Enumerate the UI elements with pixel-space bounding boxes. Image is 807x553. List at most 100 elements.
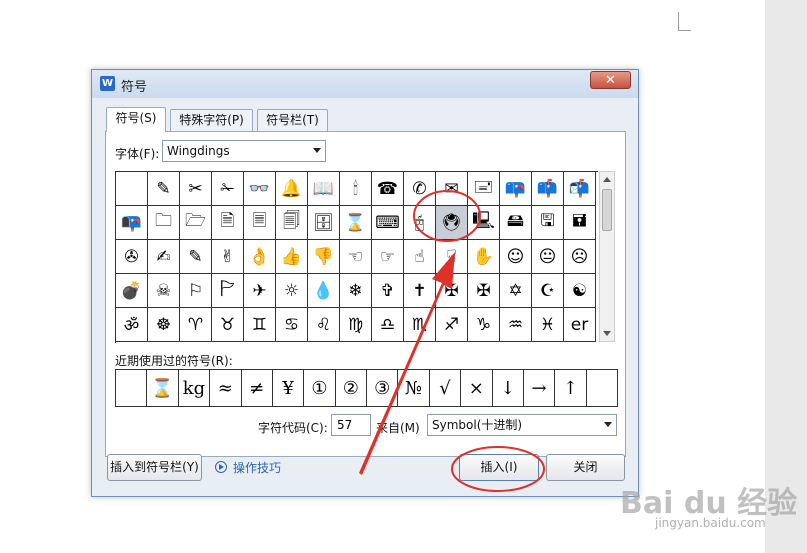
symbol-cell[interactable]: ♊	[244, 308, 276, 342]
insert-to-symbol-bar-button[interactable]: 插入到符号栏(Y)	[107, 454, 202, 481]
symbol-cell[interactable]: ♋	[276, 308, 308, 342]
symbol-cell[interactable]: 🗄	[308, 206, 340, 240]
recent-symbol-cell[interactable]: ↑	[555, 370, 587, 407]
recent-symbol-cell[interactable]: ⌛	[147, 370, 179, 407]
symbol-cell[interactable]: ✁	[212, 172, 244, 206]
symbol-cell[interactable]: 🖴	[500, 206, 532, 240]
symbol-cell[interactable]: 🗎	[212, 206, 244, 240]
font-select[interactable]: Wingdings	[162, 140, 326, 162]
symbol-cell[interactable]: ⌛	[340, 206, 372, 240]
symbol-cell[interactable]: ♎	[372, 308, 404, 342]
symbol-cell[interactable]: 📫	[532, 172, 564, 206]
symbol-cell[interactable]: 🗁	[180, 206, 212, 240]
symbol-cell[interactable]: ♏	[404, 308, 436, 342]
recent-symbol-cell[interactable]: →	[523, 370, 556, 407]
symbol-cell[interactable]	[116, 172, 148, 206]
symbol-cell[interactable]: ♓	[532, 308, 564, 342]
encoding-select[interactable]: Symbol(十进制)	[427, 414, 617, 436]
symbol-cell[interactable]: ✂	[180, 172, 212, 206]
symbol-cell[interactable]: ⚐	[180, 274, 212, 308]
tab-special-characters[interactable]: 特殊字符(P)	[170, 109, 253, 131]
symbol-cell[interactable]: 🖲	[436, 206, 468, 240]
tab-symbols[interactable]: 符号(S)	[106, 107, 166, 132]
close-icon[interactable]: ✕	[590, 71, 631, 89]
recent-symbol-cell[interactable]: ③	[367, 370, 399, 407]
scroll-up-icon[interactable]	[603, 177, 611, 182]
symbol-cell[interactable]: 💣	[116, 274, 148, 308]
symbol-cell[interactable]: 😐	[532, 240, 564, 274]
symbol-cell[interactable]: 🗏	[244, 206, 276, 240]
symbol-cell[interactable]: 🖃	[468, 172, 500, 206]
symbol-cell[interactable]: ☪	[532, 274, 564, 308]
char-code-input[interactable]: 57	[331, 414, 371, 436]
symbol-cell[interactable]: 🏱	[212, 274, 244, 308]
symbol-cell[interactable]: 🖳	[468, 206, 500, 240]
recent-symbol-cell[interactable]	[116, 370, 148, 407]
symbol-cell[interactable]: ✌	[212, 240, 244, 274]
symbol-cell[interactable]: ♑	[468, 308, 500, 342]
recent-symbol-cell[interactable]: ≈	[210, 370, 242, 407]
close-button[interactable]: 关闭	[546, 454, 625, 481]
symbol-cell[interactable]: ☞	[372, 240, 404, 274]
symbol-cell[interactable]: ✎	[148, 172, 180, 206]
symbol-cell[interactable]: 🕯	[340, 172, 372, 206]
recent-symbol-cell[interactable]: √	[429, 370, 462, 407]
symbol-cell[interactable]: ❄	[340, 274, 372, 308]
symbol-cell[interactable]: ♍	[340, 308, 372, 342]
symbol-cell[interactable]: ☯	[564, 274, 596, 308]
symbol-cell[interactable]: ✉	[436, 172, 468, 206]
symbol-cell[interactable]: 👎	[308, 240, 340, 274]
symbol-cell[interactable]: ♐	[436, 308, 468, 342]
symbol-cell[interactable]: ✠	[468, 274, 500, 308]
symbol-cell[interactable]: ♉	[212, 308, 244, 342]
recent-symbol-cell[interactable]: ×	[461, 370, 493, 407]
symbol-cell[interactable]: ♒	[500, 308, 532, 342]
recent-symbol-cell[interactable]: №	[398, 370, 430, 407]
symbol-cell[interactable]: ✍	[148, 240, 180, 274]
symbol-cell[interactable]: 🗀	[148, 206, 180, 240]
symbol-cell[interactable]: er	[564, 308, 596, 342]
symbol-cell[interactable]: ☼	[276, 274, 308, 308]
symbol-cell[interactable]: 📪	[500, 172, 532, 206]
symbol-cell[interactable]: ✠	[436, 274, 468, 308]
symbol-cell[interactable]: ॐ	[116, 308, 148, 342]
tips-link[interactable]: 操作技巧	[233, 459, 281, 476]
recent-symbol-cell[interactable]	[586, 370, 618, 407]
scroll-thumb[interactable]	[602, 189, 612, 231]
symbol-cell[interactable]: ☹	[564, 240, 596, 274]
symbol-cell[interactable]: ☺	[500, 240, 532, 274]
symbol-cell[interactable]: 👍	[276, 240, 308, 274]
symbol-cell[interactable]: ☸	[148, 308, 180, 342]
insert-button[interactable]: 插入(I)	[459, 454, 539, 481]
tab-symbol-bar[interactable]: 符号栏(T)	[257, 109, 328, 131]
symbol-cell[interactable]: 👓	[244, 172, 276, 206]
symbol-cell[interactable]: 🖫	[532, 206, 564, 240]
symbol-cell[interactable]: 🔔	[276, 172, 308, 206]
recent-symbol-cell[interactable]: ↓	[492, 370, 524, 407]
symbol-cell[interactable]: ♈	[180, 308, 212, 342]
symbol-cell[interactable]: ☜	[340, 240, 372, 274]
symbol-cell[interactable]: 🗐	[276, 206, 308, 240]
symbol-grid-scrollbar[interactable]	[599, 171, 615, 342]
symbol-cell[interactable]: ☠	[148, 274, 180, 308]
scroll-down-icon[interactable]	[603, 331, 611, 336]
symbol-cell[interactable]: ✡	[500, 274, 532, 308]
symbol-cell[interactable]: 📬	[564, 172, 596, 206]
recent-symbol-cell[interactable]: ¥	[272, 370, 305, 407]
symbol-cell[interactable]: ⌨	[372, 206, 404, 240]
symbol-cell[interactable]: ☟	[436, 240, 468, 274]
symbol-cell[interactable]: 💧	[308, 274, 340, 308]
recent-symbol-cell[interactable]: kg	[178, 370, 211, 407]
symbol-cell[interactable]: ✆	[404, 172, 436, 206]
symbol-cell[interactable]: 🖰	[404, 206, 436, 240]
symbol-cell[interactable]: ✋	[468, 240, 500, 274]
recent-symbol-cell[interactable]: ①	[304, 370, 336, 407]
symbol-cell[interactable]: 🖬	[564, 206, 596, 240]
symbol-cell[interactable]: ♌	[308, 308, 340, 342]
symbol-cell[interactable]: ✎	[180, 240, 212, 274]
symbol-cell[interactable]: ✝	[404, 274, 436, 308]
symbol-cell[interactable]: 📭	[116, 206, 148, 240]
symbol-cell[interactable]: 📖	[308, 172, 340, 206]
symbol-cell[interactable]: 👌	[244, 240, 276, 274]
play-circle-icon[interactable]	[215, 461, 227, 473]
